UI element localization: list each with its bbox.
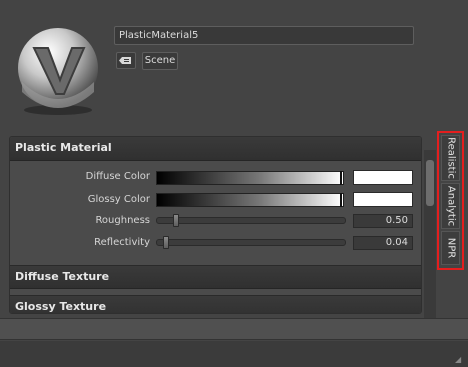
label-tag-button[interactable] bbox=[116, 52, 136, 69]
roughness-slider[interactable] bbox=[156, 214, 346, 227]
status-bar bbox=[0, 341, 468, 367]
tab-analytic-label: Analytic bbox=[445, 185, 456, 227]
bottom-toolbar bbox=[0, 318, 468, 340]
reflectivity-label: Reflectivity bbox=[94, 237, 150, 248]
section-diffuse-texture-header[interactable]: Diffuse Texture bbox=[10, 265, 421, 289]
gradient-end-marker bbox=[340, 171, 342, 185]
roughness-slider-thumb[interactable] bbox=[173, 214, 179, 227]
reflectivity-slider-thumb[interactable] bbox=[163, 236, 169, 249]
section-plastic-material-header[interactable]: Plastic Material bbox=[10, 137, 421, 161]
scene-button[interactable]: Scene bbox=[142, 52, 178, 70]
diffuse-color-gradient[interactable] bbox=[156, 171, 344, 185]
tab-npr-label: NPR bbox=[445, 237, 456, 259]
resize-grip-icon[interactable]: ◢ bbox=[455, 355, 465, 365]
reflectivity-value-field[interactable]: 0.04 bbox=[353, 236, 413, 250]
roughness-label: Roughness bbox=[95, 215, 150, 226]
material-preview-ball bbox=[18, 28, 98, 115]
tab-realistic[interactable]: Realistic bbox=[441, 135, 460, 181]
renderer-tab-strip: Realistic Analytic NPR bbox=[437, 131, 464, 270]
diffuse-color-label: Diffuse Color bbox=[85, 171, 150, 182]
glossy-color-swatch[interactable] bbox=[353, 192, 413, 207]
roughness-value-field[interactable]: 0.50 bbox=[353, 214, 413, 228]
material-properties-panel: Plastic Material Diffuse Color Glossy Co… bbox=[9, 136, 422, 314]
section-glossy-texture-header[interactable]: Glossy Texture bbox=[10, 295, 421, 313]
gradient-end-marker bbox=[340, 193, 342, 207]
glossy-color-gradient[interactable] bbox=[156, 193, 344, 207]
tag-icon bbox=[119, 57, 131, 64]
tab-npr[interactable]: NPR bbox=[441, 231, 460, 265]
diffuse-color-swatch[interactable] bbox=[353, 170, 413, 185]
tab-realistic-label: Realistic bbox=[445, 137, 456, 179]
reflectivity-slider[interactable] bbox=[156, 236, 346, 249]
tab-analytic[interactable]: Analytic bbox=[441, 183, 460, 229]
material-name-field[interactable]: PlasticMaterial5 bbox=[114, 26, 414, 45]
glossy-color-label: Glossy Color bbox=[87, 194, 150, 205]
panel-scrollbar-thumb[interactable] bbox=[426, 160, 434, 206]
